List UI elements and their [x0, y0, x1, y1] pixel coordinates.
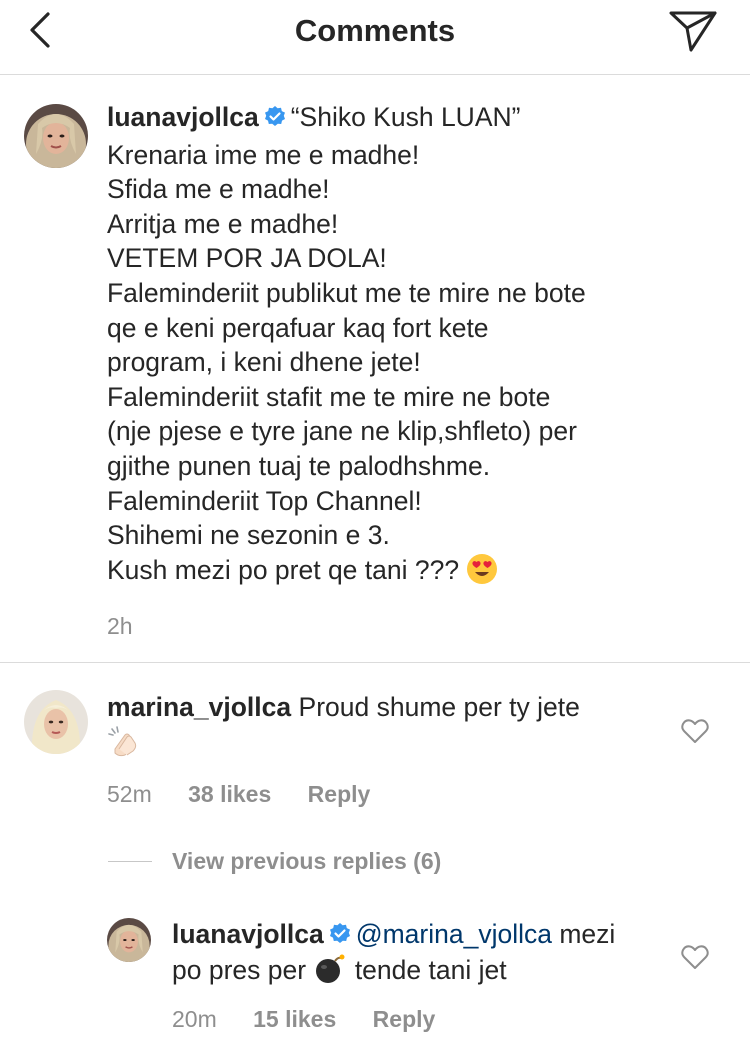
caption-meta: 2h — [107, 613, 727, 640]
caption-last-line: Kush mezi po pret qe tani ??? — [107, 554, 460, 585]
paper-plane-icon — [669, 11, 717, 52]
reply-text: mezi — [559, 919, 616, 949]
view-replies-label: View previous replies (6) — [172, 847, 442, 874]
comment-meta: 52m 38 likes Reply — [107, 781, 667, 808]
caption-line: Krenaria ime me e madhe! — [107, 139, 420, 170]
caption-line: Faleminderiit publikut me te mire ne bot… — [107, 277, 586, 308]
comment-avatar[interactable] — [24, 690, 88, 754]
caption-avatar[interactable] — [24, 104, 88, 168]
heart-eyes-emoji — [466, 553, 498, 594]
share-button[interactable] — [666, 8, 720, 54]
reply-button[interactable]: Reply — [308, 781, 371, 807]
heart-outline-icon[interactable] — [681, 944, 709, 970]
caption-line: Shihemi ne sezonin e 3. — [107, 520, 390, 551]
comments-header: Comments — [0, 0, 750, 75]
caption-line: (nje pjese e tyre jane ne klip,shfleto) … — [107, 416, 577, 447]
caption-line: Faleminderiit stafit me te mire ne bote — [107, 381, 551, 412]
reply-text: po pres per — [172, 955, 307, 985]
view-previous-replies-button[interactable]: View previous replies (6) — [108, 846, 441, 876]
reply-likes[interactable]: 15 likes — [253, 1006, 336, 1032]
caption-divider — [0, 662, 750, 663]
caption-username[interactable]: luanavjollca — [107, 102, 259, 132]
replies-divider-line — [108, 860, 152, 862]
caption-line: qe e keni perqafuar kaq fort kete — [107, 312, 489, 343]
comment-likes[interactable]: 38 likes — [188, 781, 271, 807]
comment-item: marina_vjollca Proud shume per ty jete 5… — [107, 690, 667, 808]
caption-line: gjithe punen tuaj te palodhshme. — [107, 450, 491, 481]
caption-line: Arritja me e madhe! — [107, 208, 339, 239]
comment-username[interactable]: marina_vjollca — [107, 692, 291, 722]
reply-item: luanavjollca @marina_vjollca mezi po pres… — [172, 918, 672, 1033]
verified-badge-icon — [328, 921, 352, 953]
caption-line: VETEM POR JA DOLA! — [107, 243, 387, 274]
comment-text: Proud shume per ty jete — [298, 692, 580, 722]
comment-time: 52m — [107, 781, 152, 808]
reply-avatar[interactable] — [107, 918, 151, 962]
reply-button[interactable]: Reply — [373, 1006, 436, 1032]
page-title: Comments — [294, 13, 456, 48]
caption: luanavjollca “Shiko Kush LUAN” Krenaria i… — [107, 100, 727, 640]
caption-line: program, i keni dhene jete! — [107, 347, 421, 378]
caption-first-line: “Shiko Kush LUAN” — [290, 102, 521, 132]
caption-text: luanavjollca “Shiko Kush LUAN” Krenaria i… — [107, 100, 727, 593]
reply-time: 20m — [172, 1006, 217, 1032]
verified-badge-icon — [263, 103, 287, 138]
caption-line: Faleminderiit Top Channel! — [107, 485, 422, 516]
reply-meta: 20m 15 likes Reply — [172, 1006, 672, 1033]
heart-outline-icon[interactable] — [681, 718, 709, 744]
mention-link[interactable]: @marina_vjollca — [356, 919, 552, 949]
caption-time: 2h — [107, 613, 133, 640]
caption-line: Sfida me e madhe! — [107, 174, 330, 205]
clapping-hands-emoji — [107, 725, 141, 766]
bomb-emoji — [313, 953, 347, 992]
reply-text: tende tani jet — [354, 955, 507, 985]
reply-username[interactable]: luanavjollca — [172, 919, 324, 949]
